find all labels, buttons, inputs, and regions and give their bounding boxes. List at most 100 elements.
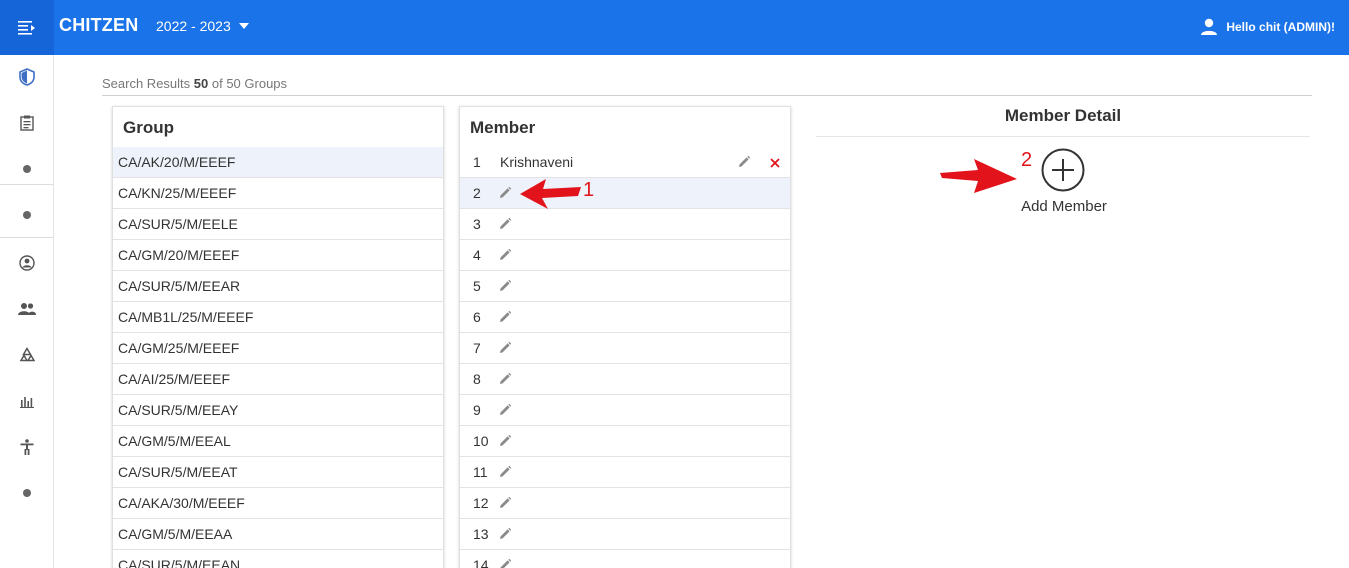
edit-pencil-icon[interactable] [737,155,751,169]
group-name: CA/SUR/5/M/EEAY [118,402,239,418]
group-row[interactable]: CA/SUR/5/M/EELE [113,209,443,240]
delete-x-icon[interactable] [769,156,781,168]
member-detail-title: Member Detail [1004,106,1122,125]
user-greeting: Hello chit (ADMIN)! [1226,20,1335,34]
group-name: CA/SUR/5/M/EELE [118,216,238,232]
app-title: CHITZEN [59,15,139,35]
search-divider [102,95,1312,96]
member-number: 3 [473,216,481,232]
dot-icon[interactable] [0,200,53,230]
recycle-icon[interactable] [0,340,53,370]
member-name: Krishnaveni [500,154,574,170]
member-number: 11 [473,464,488,480]
member-row[interactable]: 11 [460,457,790,488]
group-row[interactable]: CA/MB1L/25/M/EEEF [113,302,443,333]
edit-pencil-icon[interactable] [498,217,512,231]
edit-pencil-icon[interactable] [498,465,512,479]
member-row[interactable]: 9 [460,395,790,426]
clipboard-icon[interactable] [0,108,53,138]
edit-pencil-icon[interactable] [498,434,512,448]
member-row[interactable]: 4 [460,240,790,271]
group-row[interactable]: CA/SUR/5/M/EEAY [113,395,443,426]
edit-pencil-icon[interactable] [498,279,512,293]
member-number: 9 [473,402,481,418]
bar-chart-icon[interactable] [0,386,53,416]
member-row[interactable]: 10 [460,426,790,457]
edit-pencil-icon[interactable] [498,527,512,541]
sidebar-divider [0,237,53,238]
accessibility-icon[interactable] [0,432,53,462]
add-member-button[interactable] [1041,148,1085,192]
group-name: CA/AKA/30/M/EEEF [118,495,245,511]
account-circle-icon[interactable] [0,248,53,278]
group-row[interactable]: CA/GM/5/M/EEAA [113,519,443,550]
edit-pencil-icon[interactable] [498,496,512,510]
group-name: CA/GM/5/M/EEAL [118,433,231,449]
member-row[interactable]: 13 [460,519,790,550]
member-row[interactable]: 6 [460,302,790,333]
menu-toggle-icon[interactable] [0,0,54,55]
add-member-label: Add Member [1021,198,1107,215]
group-name: CA/MB1L/25/M/EEEF [118,309,254,325]
dot-icon[interactable] [0,154,53,184]
people-icon[interactable] [0,294,53,324]
edit-pencil-icon[interactable] [498,558,512,568]
member-number: 7 [473,340,481,356]
group-row[interactable]: CA/SUR/5/M/EEAT [113,457,443,488]
edit-pencil-icon[interactable] [498,403,512,417]
member-row[interactable]: 14 [460,550,790,568]
member-row[interactable]: 7 [460,333,790,364]
member-row[interactable]: 5 [460,271,790,302]
member-row[interactable]: 1 Krishnaveni [460,147,790,178]
member-panel-title: Member [470,118,536,137]
member-number: 10 [473,433,489,449]
member-panel: Member 1 Krishnaveni 2 3 4 5 6 7 8 9 10 11 12 13 14 [459,106,791,568]
group-row[interactable]: CA/GM/20/M/EEEF [113,240,443,271]
annotation-label-1: 1 [583,179,595,201]
member-number: 14 [473,557,489,568]
member-number: 2 [473,185,481,201]
shield-icon[interactable] [0,62,53,92]
member-row[interactable]: 12 [460,488,790,519]
member-row[interactable]: 8 [460,364,790,395]
member-detail-divider [816,136,1310,137]
group-row[interactable]: CA/KN/25/M/EEEF [113,178,443,209]
annotation-arrow-2 [940,159,1017,193]
group-name: CA/AK/20/M/EEEF [118,154,236,170]
group-row[interactable]: CA/SUR/5/M/EEAN [113,550,443,568]
group-row[interactable]: CA/AI/25/M/EEEF [113,364,443,395]
user-menu[interactable]: Hello chit (ADMIN)! [1200,18,1335,36]
member-number: 12 [473,495,489,511]
member-number: 4 [473,247,481,263]
group-name: CA/GM/20/M/EEEF [118,247,240,263]
annotation-label-2: 2 [1021,149,1033,171]
chevron-down-icon [238,23,249,29]
group-row[interactable]: CA/AKA/30/M/EEEF [113,488,443,519]
sidebar-divider [0,184,53,185]
edit-pencil-icon[interactable] [498,310,512,324]
group-row[interactable]: CA/GM/5/M/EEAL [113,426,443,457]
group-name: CA/SUR/5/M/EEAN [118,557,241,568]
annotation-arrow-1 [520,179,581,209]
edit-pencil-icon[interactable] [498,372,512,386]
member-row[interactable]: 2 [460,178,790,209]
financial-year-select[interactable]: 2022 - 2023 [156,18,249,34]
sidebar [0,55,54,568]
member-number: 6 [473,309,481,325]
group-row[interactable]: CA/GM/25/M/EEEF [113,333,443,364]
search-results-count: 50 [193,76,209,91]
member-row[interactable]: 3 [460,209,790,240]
group-row[interactable]: CA/SUR/5/M/EEAR [113,271,443,302]
group-name: CA/SUR/5/M/EEAR [118,278,241,294]
top-app-bar: CHITZEN 2022 - 2023 Hello chit (ADMIN)! [0,0,1349,55]
group-row[interactable]: CA/AK/20/M/EEEF [113,147,443,178]
add-circle-icon [1041,148,1085,192]
edit-pencil-icon[interactable] [498,341,512,355]
group-name: CA/SUR/5/M/EEAT [118,464,238,480]
member-number: 1 [473,154,481,170]
edit-pencil-icon[interactable] [498,248,512,262]
group-name: CA/GM/5/M/EEAA [118,526,233,542]
group-panel: Group CA/AK/20/M/EEEF CA/KN/25/M/EEEF CA/S… [112,106,444,568]
edit-pencil-icon[interactable] [498,186,512,200]
dot-icon[interactable] [0,478,53,508]
